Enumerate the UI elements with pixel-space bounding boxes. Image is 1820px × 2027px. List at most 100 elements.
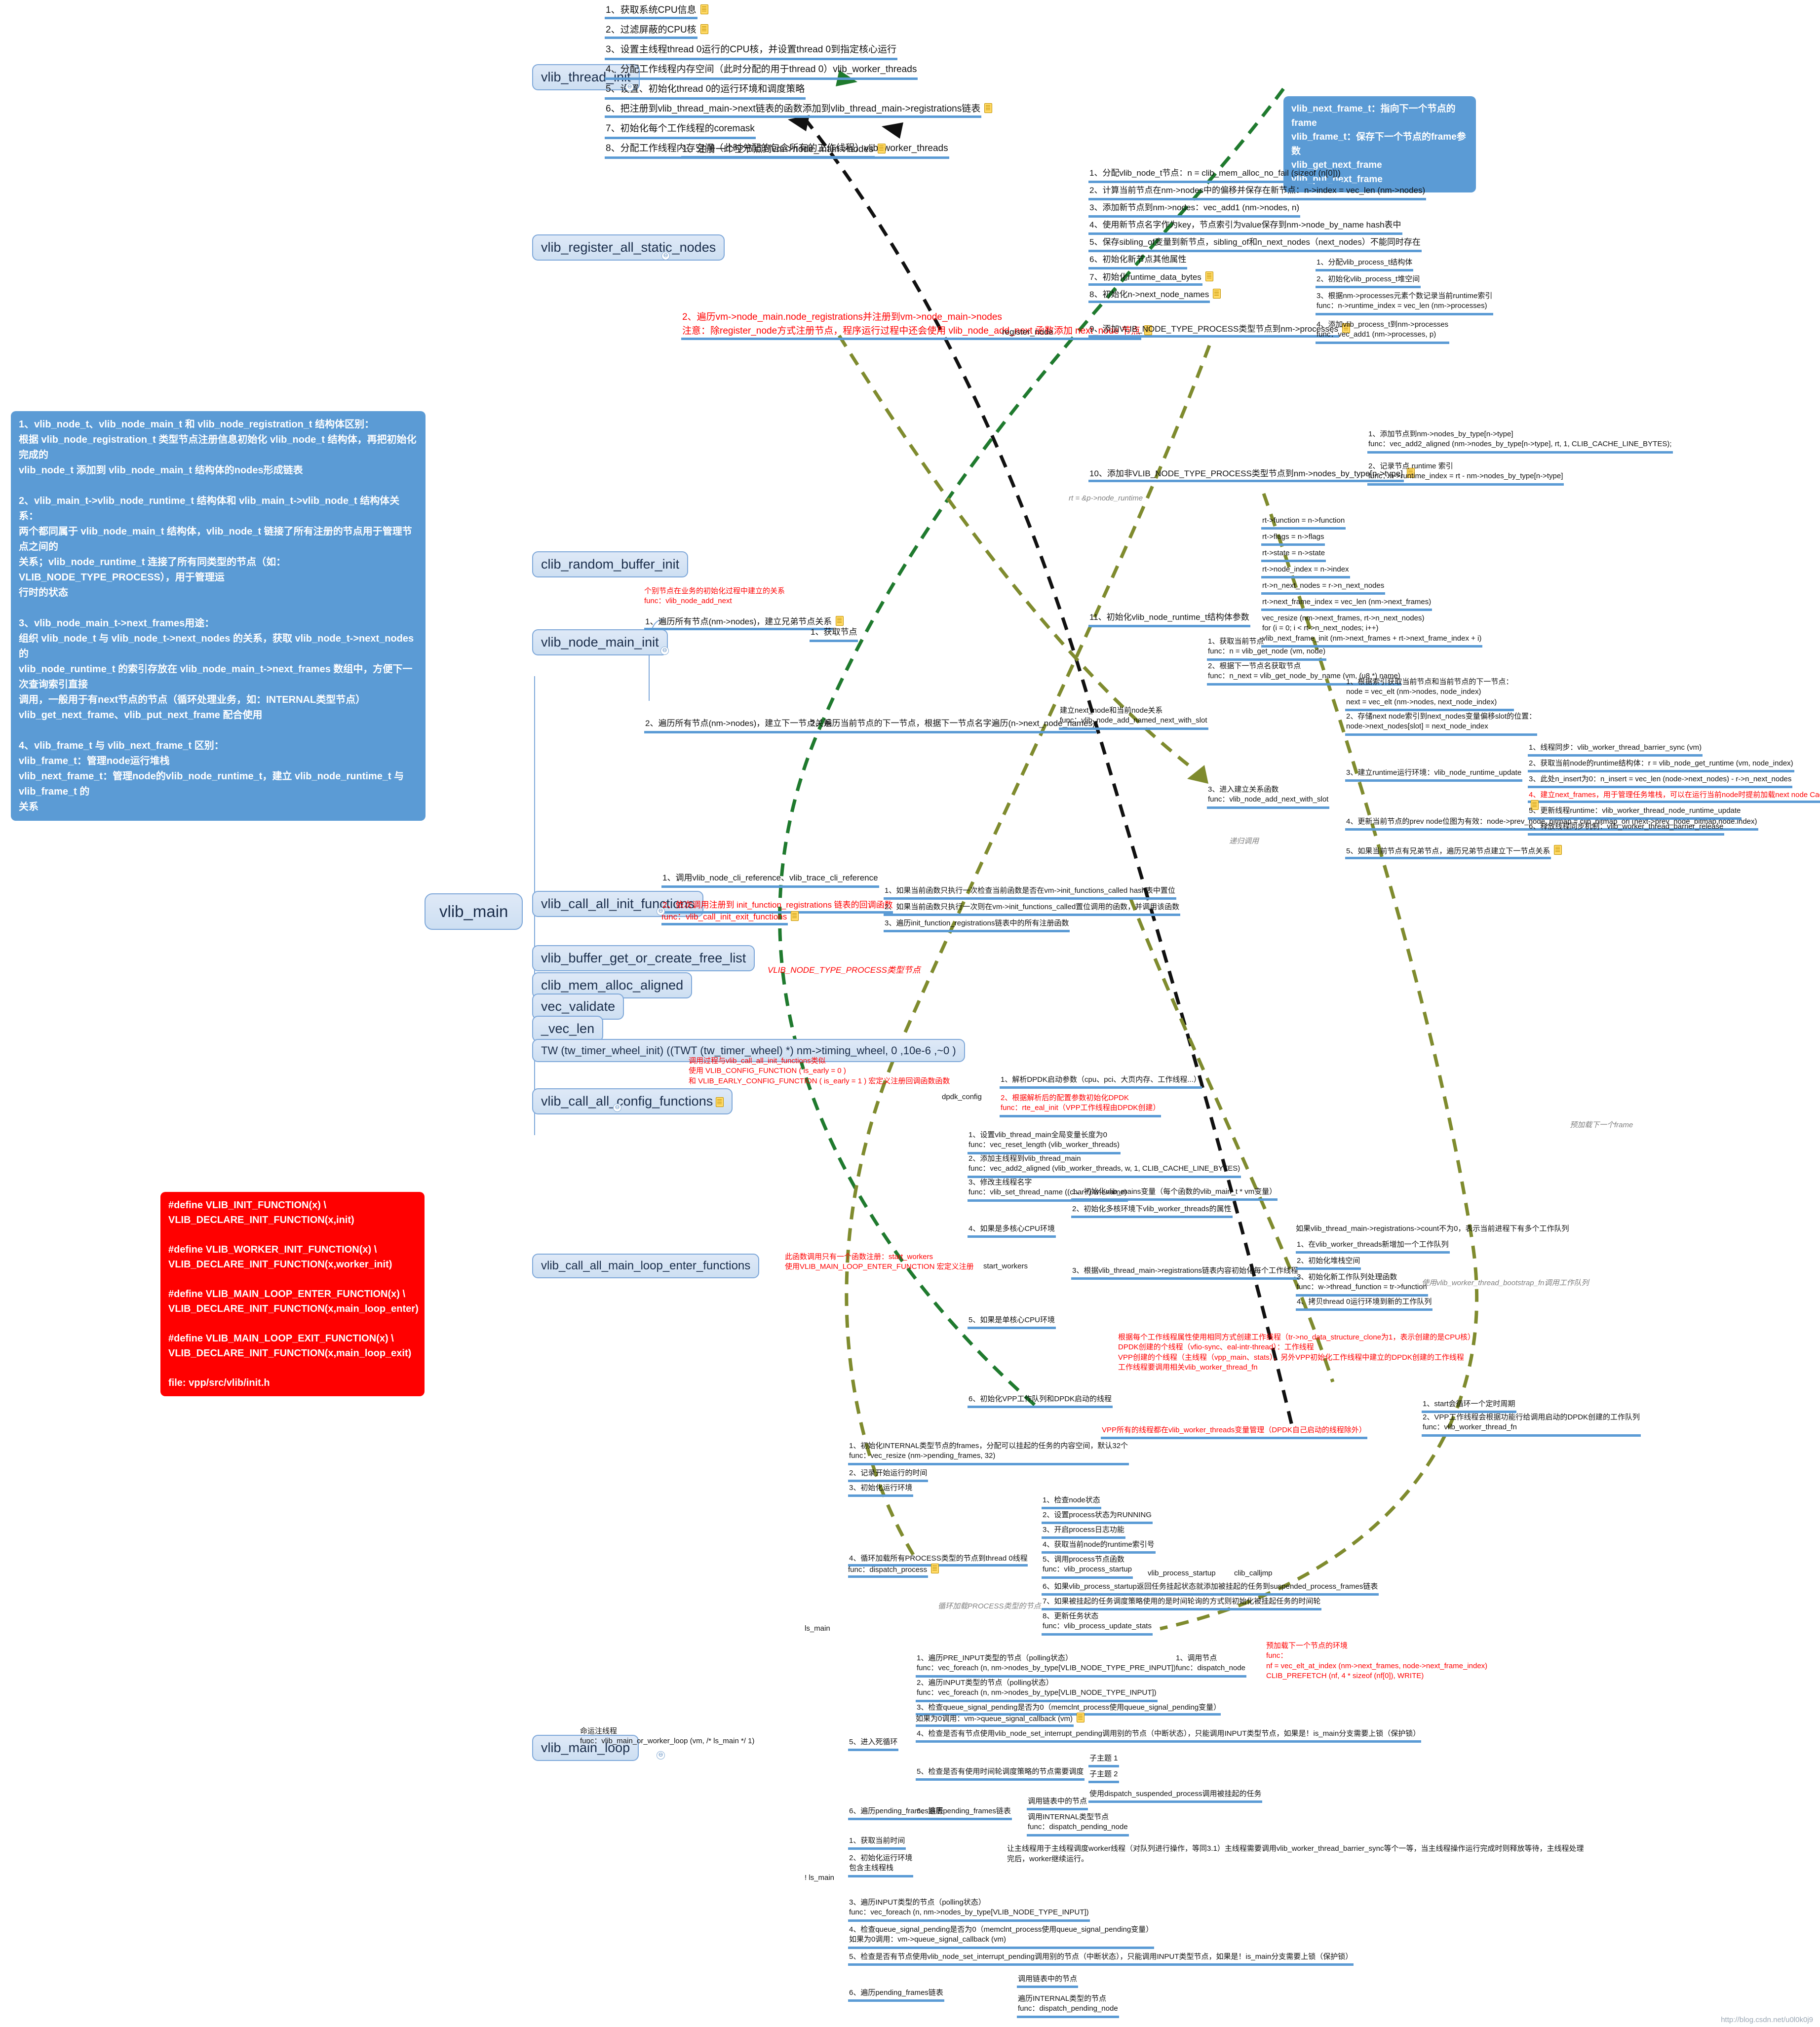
start-workers-item-5[interactable]: 5、如果是单核心CPU环境: [968, 1315, 1056, 1330]
deadloop-item-2[interactable]: 2、遍历INPUT类型的节点（polling状态） func：vec_forea…: [916, 1678, 1158, 1702]
add-next-slot-item-3[interactable]: 3、建立runtime运行环境：vlib_node_runtime_update: [1345, 768, 1523, 782]
register-node-item-2[interactable]: 2、计算当前节点在nm->nodes中的偏移并保存在新节点：n->index =…: [1088, 185, 1427, 200]
call-all-init-item-1[interactable]: 1、调用vlib_node_cli_reference、vlib_trace_c…: [661, 873, 879, 888]
branch-vlib-call-all-config-functions[interactable]: vlib_call_all_config_functions: [532, 1088, 733, 1115]
branch-vlib-call-all-main-loop-enter-functions[interactable]: vlib_call_all_main_loop_enter_functions: [532, 1254, 760, 1278]
subtopic-3[interactable]: 使用dispatch_suspended_process调用被挂起的任务: [1088, 1789, 1263, 1803]
worker-item-5[interactable]: 5、检查是否有节点使用vlib_node_set_interrupt_pendi…: [848, 1952, 1354, 1966]
dispatch-process-item-1[interactable]: 1、检查node状态: [1042, 1495, 1101, 1510]
add-next-slot-item-2[interactable]: 2、存储next node索引到next_nodes变量偏移slot的位置： n…: [1345, 712, 1538, 736]
runtime-field-next-frame-index[interactable]: rt->next_frame_index = vec_len (nm->next…: [1261, 597, 1433, 612]
register-node-item-6[interactable]: 6、初始化新节点其他属性: [1088, 254, 1188, 269]
branch-clib-random-buffer-init[interactable]: clib_random_buffer_init: [532, 551, 689, 578]
dispatch-process-item-2[interactable]: 2、设置process状态为RUNNING: [1042, 1510, 1153, 1525]
process-sub-item-4[interactable]: 4、添加vlib_process_t到nm->processes func：ve…: [1316, 320, 1450, 344]
add-named-next-label[interactable]: 建立next_node和当前node关系 func：vlib_node_add_…: [1059, 706, 1208, 730]
register-node-item-8[interactable]: 8、初始化n->next_node_names: [1088, 289, 1221, 303]
thread-init-item-2[interactable]: 2、过滤屏蔽的CPU核: [605, 24, 708, 39]
branch-vlib-node-main-init[interactable]: vlib_node_main_init: [532, 629, 668, 656]
runtime-field-function[interactable]: rt->function = n->function: [1261, 516, 1346, 530]
thread-init-item-7[interactable]: 7、初始化每个工作线程的coremask: [605, 122, 756, 139]
register-node-item-11[interactable]: 11、初始化vlib_node_runtime_t结构体参数: [1088, 612, 1250, 627]
thread-init-item-5[interactable]: 5、设置、初始化thread 0的运行环境和调度策略: [605, 83, 806, 100]
process-sub-item-3[interactable]: 3、根据nm->processes元素个数记录当前runtime索引 func：…: [1316, 291, 1494, 315]
node-main-init-sub-2[interactable]: 2、遍历当前节点的下一节点，根据下一节点名字遍历(n->next_node_na…: [810, 718, 1096, 733]
worker-item-2[interactable]: 2、初始化运行环境 包含主线程栈: [848, 1853, 914, 1877]
call-all-init-detail-2[interactable]: 2、如果当前函数只执行一次则在vm->init_functions_called…: [884, 902, 1181, 917]
process-sub-item-1[interactable]: 1、分配vlib_process_t结构体: [1316, 258, 1414, 272]
main-loop-item-3[interactable]: 3、初始化运行环境: [848, 1483, 914, 1497]
runtime-field-flags[interactable]: rt->flags = n->flags: [1261, 532, 1325, 546]
pending-sub-2[interactable]: 调用INTERNAL类型节点 func：dispatch_pending_nod…: [1027, 1812, 1129, 1836]
collapse-knob-config-functions[interactable]: ⊖: [613, 1104, 621, 1112]
worker-sub-2[interactable]: 遍历INTERNAL类型的节点 func：dispatch_pending_no…: [1017, 1994, 1119, 2018]
thread-init-item-4[interactable]: 4、分配工作线程内存空间（此时分配的用于thread 0）vlib_worker…: [605, 63, 918, 80]
dpdk-config-detail-1[interactable]: 1、解析DPDK启动参数（cpu、pci、大页内存、工作线程...）: [1000, 1075, 1202, 1089]
runtime-field-node-index[interactable]: rt->node_index = n->index: [1261, 565, 1350, 579]
deadloop-item-3[interactable]: 3、检查queue_signal_pending是否为0（memclnt_pro…: [916, 1703, 1221, 1727]
vpp-detail-item-1[interactable]: 1、start会循环一个定时周期: [1422, 1399, 1516, 1414]
branch-vlib-buffer-get-or-create-free-list[interactable]: vlib_buffer_get_or_create_free_list: [532, 945, 755, 972]
vpp-detail-item-2[interactable]: 2、VPP工作线程会根据功能行给调用启动的DPDK创建的工作队列 func：vl…: [1422, 1413, 1641, 1437]
worker-item-6[interactable]: 6、遍历pending_frames链表: [848, 1988, 944, 2002]
multi-core-item-3[interactable]: 3、根据vlib_thread_main->registrations链表内容初…: [1071, 1266, 1300, 1280]
register-node-item-7[interactable]: 7、初始化runtime_data_bytes: [1088, 271, 1213, 286]
dpdk-config-detail-2[interactable]: 2、根据解析后的配置参数初始化DPDK func：rte_eal_init（VP…: [1000, 1093, 1162, 1117]
dispatch-process-item-4[interactable]: 4、获取当前node的runtime索引号: [1042, 1540, 1156, 1554]
runtime-update-item-2[interactable]: 2、获取当前node的runtime结构体：r = vlib_node_get_…: [1528, 759, 1794, 773]
collapse-knob-node-main-init[interactable]: ⊖: [660, 647, 669, 655]
process-sub-item-2[interactable]: 2、初始化vlib_process_t堆空间: [1316, 274, 1421, 289]
multi-core-item-2[interactable]: 2、初始化多核环境下vlib_worker_threads的属性: [1071, 1204, 1233, 1219]
start-workers-item-6[interactable]: 6、初始化VPP工作队列和DPDK启动的线程: [968, 1394, 1113, 1409]
register-node-item-5[interactable]: 5、保存sibling_of变量到新节点，sibling_of和n_next_n…: [1088, 237, 1422, 252]
add-named-detail-3[interactable]: 3、进入建立关系函数 func：vlib_node_add_next_with_…: [1207, 785, 1330, 809]
thread-init-item-3[interactable]: 3、设置主线程thread 0运行的CPU核，并设置thread 0到指定核心运…: [605, 43, 898, 60]
root-node-vlib-main[interactable]: vlib_main: [425, 893, 523, 930]
dispatch-node-label[interactable]: 1、调用节点 func：dispatch_node: [1175, 1653, 1246, 1678]
runtime-update-item-6[interactable]: 6、释放线程同步机制：vlib_worker_thread_barrier_re…: [1528, 822, 1725, 836]
add-named-detail-1[interactable]: 1、获取当前节点 func：n = vlib_get_node (vm, nod…: [1207, 637, 1327, 661]
worker-item-1[interactable]: 1、获取当前时间: [848, 1836, 906, 1850]
node-main-init-sub-1[interactable]: 1、获取节点: [810, 627, 858, 642]
register-node-item-9[interactable]: 9、添加VLIB_NODE_TYPE_PROCESS类型节点到nm->proce…: [1088, 323, 1351, 338]
per-worker-item-4[interactable]: 4、拷贝thread 0运行环境到新的工作队列: [1296, 1297, 1433, 1311]
start-workers-item-1[interactable]: 1、设置vlib_thread_main全局变量长度为0 func：vec_re…: [968, 1130, 1121, 1154]
dispatch-process-item-3[interactable]: 3、开启process日志功能: [1042, 1525, 1125, 1539]
call-all-init-item-2[interactable]: 2、依次调用注册到 init_function_registrations 链表…: [661, 900, 893, 925]
dispatch-process-item-5[interactable]: 5、调用process节点函数 func：vlib_process_startu…: [1042, 1555, 1133, 1579]
nodes-by-type-sub-item-2[interactable]: 2、记录节点 runtime 索引 func：n->runtime_index …: [1367, 461, 1564, 486]
main-loop-item-1[interactable]: 1、初始化INTERNAL类型节点的frames，分配可以挂起的任务的内容空间，…: [848, 1441, 1129, 1465]
collapse-knob-register-static[interactable]: ⊖: [661, 252, 670, 260]
call-all-init-detail-1[interactable]: 1、如果当前函数只执行一次检查当前函数是否在vm->init_functions…: [884, 886, 1176, 900]
nodes-by-type-sub-item-1[interactable]: 1、添加节点到nm->nodes_by_type[n->type] func：v…: [1367, 429, 1673, 454]
dispatch-process-item-6[interactable]: 6、如果vlib_process_startup返回任务挂起状态就添加被挂起的任…: [1042, 1582, 1379, 1596]
runtime-update-item-3[interactable]: 3、此处n_insert为0：n_insert = vec_len (node-…: [1528, 774, 1793, 789]
worker-item-3[interactable]: 3、遍历INPUT类型的节点（polling状态） func：vec_forea…: [848, 1898, 1090, 1922]
branch-vlib-register-all-static-nodes[interactable]: vlib_register_all_static_nodes: [532, 234, 725, 261]
multi-core-item-1[interactable]: 1、初始化vlib_mains变量（每个函数的vlib_main_t * vm变…: [1071, 1187, 1278, 1201]
deadloop-item-6[interactable]: 6、遍历pending_frames链表: [916, 1806, 1012, 1821]
collapse-knob-call-all-init[interactable]: ⊖: [657, 907, 665, 916]
dispatch-process-item-8[interactable]: 8、更新任务状态 func：vlib_process_update_stats: [1042, 1611, 1153, 1636]
start-workers-item-2[interactable]: 2、添加主线程到vlib_thread_main func：vec_add2_a…: [968, 1154, 1241, 1178]
vlib-process-startup-chain-1[interactable]: vlib_process_startup: [1148, 1568, 1216, 1578]
add-next-slot-item-1[interactable]: 1、根据索引获取当前节点和当前节点的下一节点： node = vec_elt (…: [1345, 677, 1514, 711]
per-worker-item-2[interactable]: 2、初始化堆栈空间: [1296, 1256, 1361, 1270]
main-loop-item-5[interactable]: 5、进入死循环: [848, 1737, 899, 1752]
node-main-init-item-1[interactable]: 1、遍历所有节点(nm->nodes)，建立兄弟节点关系: [644, 616, 844, 630]
per-worker-item-1[interactable]: 1、在vlib_worker_threads新增加一个工作队列: [1296, 1240, 1450, 1254]
runtime-update-item-5[interactable]: 5、更新线程runtime：vlib_worker_thread_node_ru…: [1528, 806, 1742, 820]
deadloop-item-4[interactable]: 4、检查是否有节点使用vlib_node_set_interrupt_pendi…: [916, 1729, 1422, 1743]
main-loop-item-2[interactable]: 2、记录开始运行的时间: [848, 1468, 929, 1483]
dispatch-process-item-7[interactable]: 7、如果被挂起的任务调度策略使用的是时间轮询的方式则初始化被挂起任务的时间轮: [1042, 1597, 1322, 1611]
collapse-knob-main-loop[interactable]: ⊖: [657, 1751, 665, 1759]
register-node-item-1[interactable]: 1、分配vlib_node_t节点：n = clib_mem_alloc_no_…: [1088, 168, 1342, 183]
register-static-item-2-line1[interactable]: 2、遍历vm->node_main.node_registrations并注册到…: [681, 311, 1003, 325]
worker-item-4[interactable]: 4、检查queue_signal_pending是否为0（memclnt_pro…: [848, 1925, 1155, 1949]
worker-sub-1[interactable]: 调用链表中的节点: [1017, 1974, 1079, 1989]
runtime-field-state[interactable]: rt->state = n->state: [1261, 548, 1326, 563]
thread-init-item-6[interactable]: 6、把注册到vlib_thread_main->next链表的函数添加到vlib…: [605, 103, 993, 118]
register-static-item-2-line2[interactable]: 注意：除register_node方式注册节点，程序运行过程中还会使用 vlib…: [681, 325, 1153, 340]
subtopic-2[interactable]: 子主题 2: [1088, 1769, 1119, 1784]
vlib-process-startup-chain-2[interactable]: clib_calljmp: [1234, 1568, 1273, 1578]
